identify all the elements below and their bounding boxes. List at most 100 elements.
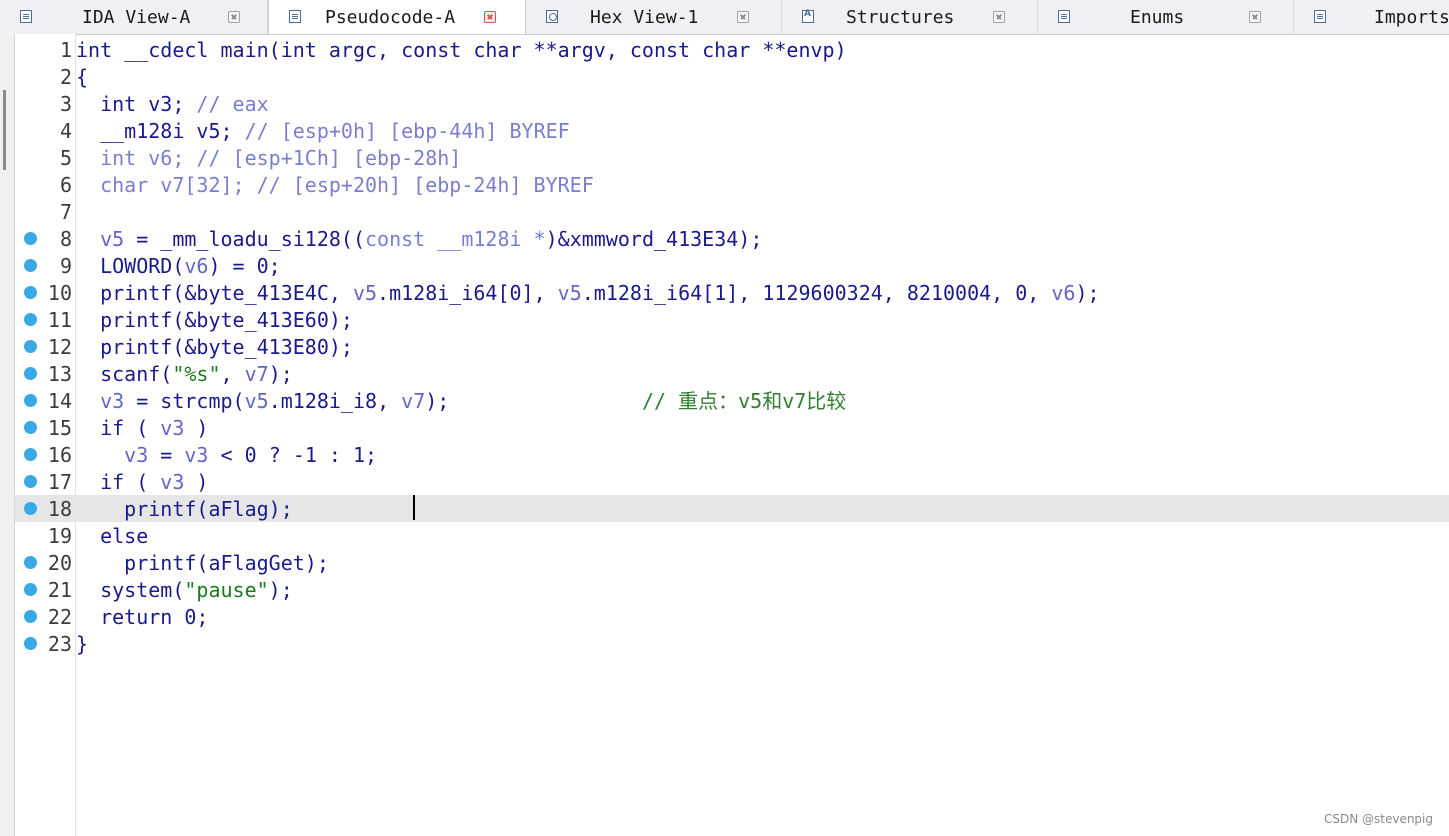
code-line[interactable]: 4 __m128i v5; // [esp+0h] [ebp-44h] BYRE… <box>15 117 1449 144</box>
hex-view-icon <box>546 10 558 23</box>
code-line[interactable]: 2{ <box>15 63 1449 90</box>
code-token: int v6; // [esp+1Ch] [ebp-28h] <box>76 146 462 170</box>
code-comment: // 重点：v5和v7比较 <box>642 389 847 413</box>
tab-label: Enums <box>1130 7 1185 28</box>
line-number: 19 <box>47 524 72 548</box>
line-number: 13 <box>47 362 72 386</box>
tab-label: Imports <box>1374 7 1449 28</box>
code-text: __m128i v5; // [esp+0h] [ebp-44h] BYREF <box>76 119 570 143</box>
code-token: { <box>76 65 89 89</box>
code-line[interactable]: 13 scanf("%s", v7); <box>15 360 1449 387</box>
code-line[interactable]: 11 printf(&byte_413E60); <box>15 306 1449 333</box>
code-line[interactable]: 5 int v6; // [esp+1Ch] [ebp-28h] <box>15 144 1449 171</box>
line-number: 16 <box>47 443 72 467</box>
code-token: printf(&byte_413E4C, <box>76 281 353 305</box>
line-number: 4 <box>59 119 72 143</box>
code-token: } <box>76 632 89 656</box>
tab-imports[interactable]: Imports <box>1294 0 1449 34</box>
code-line[interactable]: 23} <box>15 630 1449 657</box>
line-number: 9 <box>59 254 72 278</box>
code-token: scanf( <box>76 362 173 386</box>
line-number: 17 <box>47 470 72 494</box>
code-text: int v3; // eax <box>76 92 269 116</box>
tab-hex-view-1[interactable]: Hex View-1 <box>526 0 782 34</box>
code-text: LOWORD(v6) = 0; <box>76 254 281 278</box>
code-line[interactable]: 10 printf(&byte_413E4C, v5.m128i_i64[0],… <box>15 279 1449 306</box>
code-text: int v6; // [esp+1Ch] [ebp-28h] <box>76 146 461 170</box>
tab-structures[interactable]: Structures <box>782 0 1038 34</box>
code-line[interactable]: 21 system("pause"); <box>15 576 1449 603</box>
code-line[interactable]: 7 <box>15 198 1449 225</box>
code-line[interactable]: 1 int __cdecl main(int argc, const char *… <box>15 36 1449 63</box>
code-text: printf(aFlagGet); <box>76 551 329 575</box>
code-token: = _mm_loadu_si128(( <box>124 227 366 251</box>
code-text: printf(aFlag); <box>76 497 293 521</box>
code-line[interactable]: 8 v5 = _mm_loadu_si128((const __m128i *)… <box>15 225 1449 252</box>
code-line[interactable]: 14 v3 = strcmp(v5.m128i_i8, v7); // 重点：v… <box>15 387 1449 414</box>
code-token: )&xmmword_413E34); <box>545 227 763 251</box>
line-number: 1 <box>59 38 72 62</box>
close-tab-icon[interactable] <box>1249 11 1261 23</box>
code-line[interactable]: 17 if ( v3 ) <box>15 468 1449 495</box>
code-token: = strcmp( <box>124 389 245 413</box>
line-number: 7 <box>59 200 72 224</box>
code-text: scanf("%s", v7); <box>76 362 293 386</box>
code-text: system("pause"); <box>76 578 293 602</box>
code-token: < 0 ? -1 : 1; <box>208 443 378 467</box>
tab-bar: IDA View-A Pseudocode-A Hex View-1 Structur… <box>0 0 1449 35</box>
code-token: if ( <box>76 416 161 440</box>
code-line[interactable]: 20 printf(aFlagGet); <box>15 549 1449 576</box>
code-token: printf(&byte_413E80); <box>76 335 353 359</box>
code-line[interactable]: 16 v3 = v3 < 0 ? -1 : 1; <box>15 441 1449 468</box>
close-tab-icon[interactable] <box>737 11 749 23</box>
code-text: { <box>76 65 88 89</box>
code-token: ) <box>184 416 209 440</box>
line-number: 12 <box>47 335 72 359</box>
code-line[interactable]: 22 return 0; <box>15 603 1449 630</box>
tab-label: Structures <box>846 7 955 28</box>
text-caret <box>413 495 415 520</box>
variable-token: v3 <box>100 389 125 413</box>
line-number: 15 <box>47 416 72 440</box>
code-line[interactable]: 18 printf(aFlag); <box>15 495 1449 522</box>
tab-ida-view-a[interactable]: IDA View-A <box>0 0 268 34</box>
tab-enums[interactable]: Enums <box>1038 0 1294 34</box>
code-text: else <box>76 524 148 548</box>
line-number: 20 <box>47 551 72 575</box>
scroll-marker <box>3 90 6 170</box>
code-token: .m128i_i64[1], 1129600324, 8210004, 0, <box>581 281 1052 305</box>
code-text: printf(&byte_413E60); <box>76 308 353 332</box>
close-tab-icon[interactable] <box>484 11 496 23</box>
code-text: printf(&byte_413E4C, v5.m128i_i64[0], v5… <box>76 281 1100 305</box>
variable-token: v5 <box>100 227 125 251</box>
code-token: return 0; <box>76 605 209 629</box>
tab-label: IDA View-A <box>82 7 191 28</box>
variable-token: v6 <box>1051 281 1076 305</box>
code-token: ); <box>1075 281 1100 305</box>
code-line[interactable]: 12 printf(&byte_413E80); <box>15 333 1449 360</box>
line-number: 2 <box>59 65 72 89</box>
code-token: LOWORD( <box>76 254 185 278</box>
imports-icon <box>1314 10 1326 23</box>
string-literal: "%s" <box>172 362 221 386</box>
close-tab-icon[interactable] <box>993 11 1005 23</box>
code-token: // [esp+0h] [ebp-44h] BYREF <box>244 119 570 143</box>
code-token: .m128i_i8, <box>268 389 402 413</box>
left-scroll-edge[interactable] <box>0 34 15 836</box>
code-line[interactable]: 6 char v7[32]; // [esp+20h] [ebp-24h] BY… <box>15 171 1449 198</box>
code-token: __m128i v5; <box>76 119 245 143</box>
code-text: v3 = v3 < 0 ? -1 : 1; <box>76 443 377 467</box>
close-tab-icon[interactable] <box>228 11 240 23</box>
code-text: char v7[32]; // [esp+20h] [ebp-24h] BYRE… <box>76 173 594 197</box>
code-line[interactable]: 19 else <box>15 522 1449 549</box>
code-token: ); <box>425 389 642 413</box>
code-line[interactable]: 9 LOWORD(v6) = 0; <box>15 252 1449 279</box>
code-line[interactable]: 3 int v3; // eax <box>15 90 1449 117</box>
code-token: ); <box>268 578 293 602</box>
code-line[interactable]: 15 if ( v3 ) <box>15 414 1449 441</box>
tab-pseudocode-a[interactable]: Pseudocode-A <box>268 0 526 34</box>
code-token: = <box>148 443 185 467</box>
enums-icon <box>1058 10 1070 23</box>
